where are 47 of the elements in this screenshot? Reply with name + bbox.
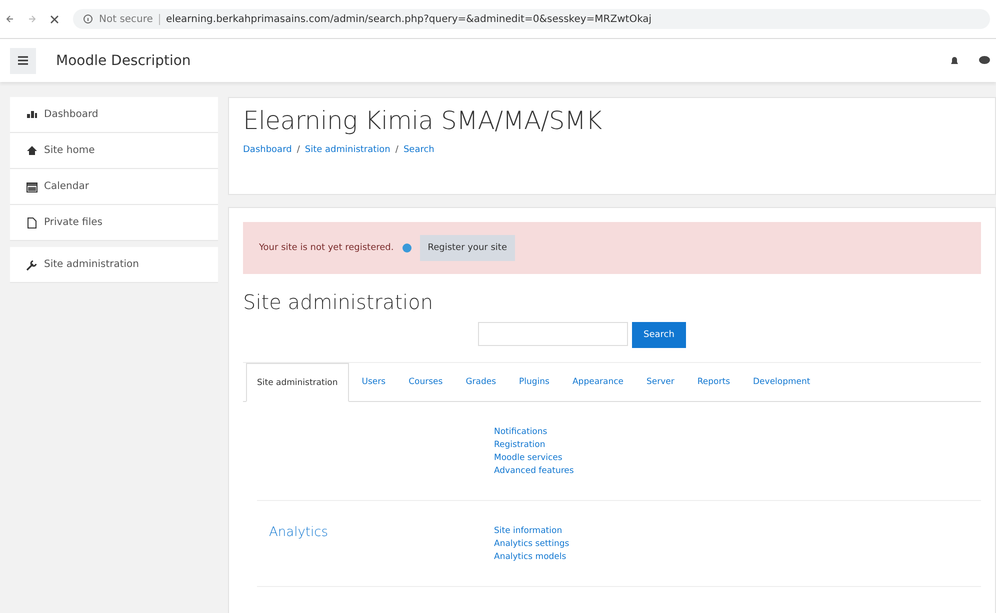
bell-icon[interactable]	[950, 56, 959, 66]
tab[interactable]: Plugins	[509, 363, 560, 401]
sidebar-item[interactable]: Site administration	[10, 247, 218, 283]
search-field[interactable]	[478, 322, 628, 346]
register-button[interactable]: Register your site	[420, 235, 515, 261]
menu-icon	[18, 56, 28, 65]
close-icon[interactable]	[50, 14, 59, 24]
wrench-icon	[26, 258, 38, 270]
back-icon[interactable]	[6, 14, 14, 24]
sidebar-item[interactable]: Private files	[10, 205, 218, 241]
alert-text: Your site is not yet registered.	[259, 243, 394, 253]
tab[interactable]: Site administration	[246, 363, 349, 402]
breadcrumb-separator: /	[395, 145, 398, 155]
admin-link[interactable]: Registration	[494, 439, 574, 452]
breadcrumb-separator: /	[296, 145, 300, 155]
tab[interactable]: Grades	[456, 363, 506, 401]
admin-link[interactable]: Advanced features	[494, 465, 574, 478]
admin-link[interactable]: Moodle services	[494, 452, 574, 465]
address-bar[interactable]: Not secure elearning.berkahprimasains.com/admin/search.php?query=&adminedit=0&sesskey=MRZwtOkaj	[73, 9, 990, 29]
url-text: elearning.berkahprimasains.com/admin/search.php?query=&adminedit=0&sesskey=MRZwtOkaj	[166, 14, 652, 24]
sidebar-item[interactable]: Site home	[10, 133, 218, 169]
breadcrumb-link[interactable]: Dashboard	[243, 145, 292, 155]
admin-link[interactable]: Analytics models	[494, 551, 570, 564]
chart-icon	[26, 108, 38, 120]
tab[interactable]: Users	[352, 363, 396, 401]
house-icon	[26, 144, 38, 156]
admin-link[interactable]: Site information	[494, 525, 570, 538]
sidebar-item[interactable]: Dashboard	[10, 97, 218, 133]
sidebar-item[interactable]: Calendar	[10, 169, 218, 205]
info-icon[interactable]	[83, 14, 93, 24]
file-icon	[26, 216, 38, 228]
breadcrumb-link[interactable]: Search	[403, 145, 434, 155]
security-label: Not secure	[99, 14, 160, 24]
calendar-icon	[26, 180, 38, 192]
tab[interactable]: Courses	[398, 363, 453, 401]
admin-link[interactable]: Notifications	[494, 426, 574, 439]
section-heading: Site administration	[243, 290, 434, 314]
page-title: Elearning Kimia SMA/MA/SMK	[243, 106, 603, 135]
tab[interactable]: Appearance	[562, 363, 634, 401]
tab[interactable]: Reports	[687, 363, 740, 401]
tab[interactable]: Development	[743, 363, 820, 401]
category-title[interactable]: Analytics	[257, 513, 494, 564]
admin-link[interactable]: Analytics settings	[494, 538, 570, 551]
breadcrumb-link[interactable]: Site administration	[304, 145, 390, 155]
tab[interactable]: Server	[636, 363, 684, 401]
menu-button[interactable]	[10, 48, 36, 74]
search-button[interactable]: Search	[632, 322, 686, 348]
